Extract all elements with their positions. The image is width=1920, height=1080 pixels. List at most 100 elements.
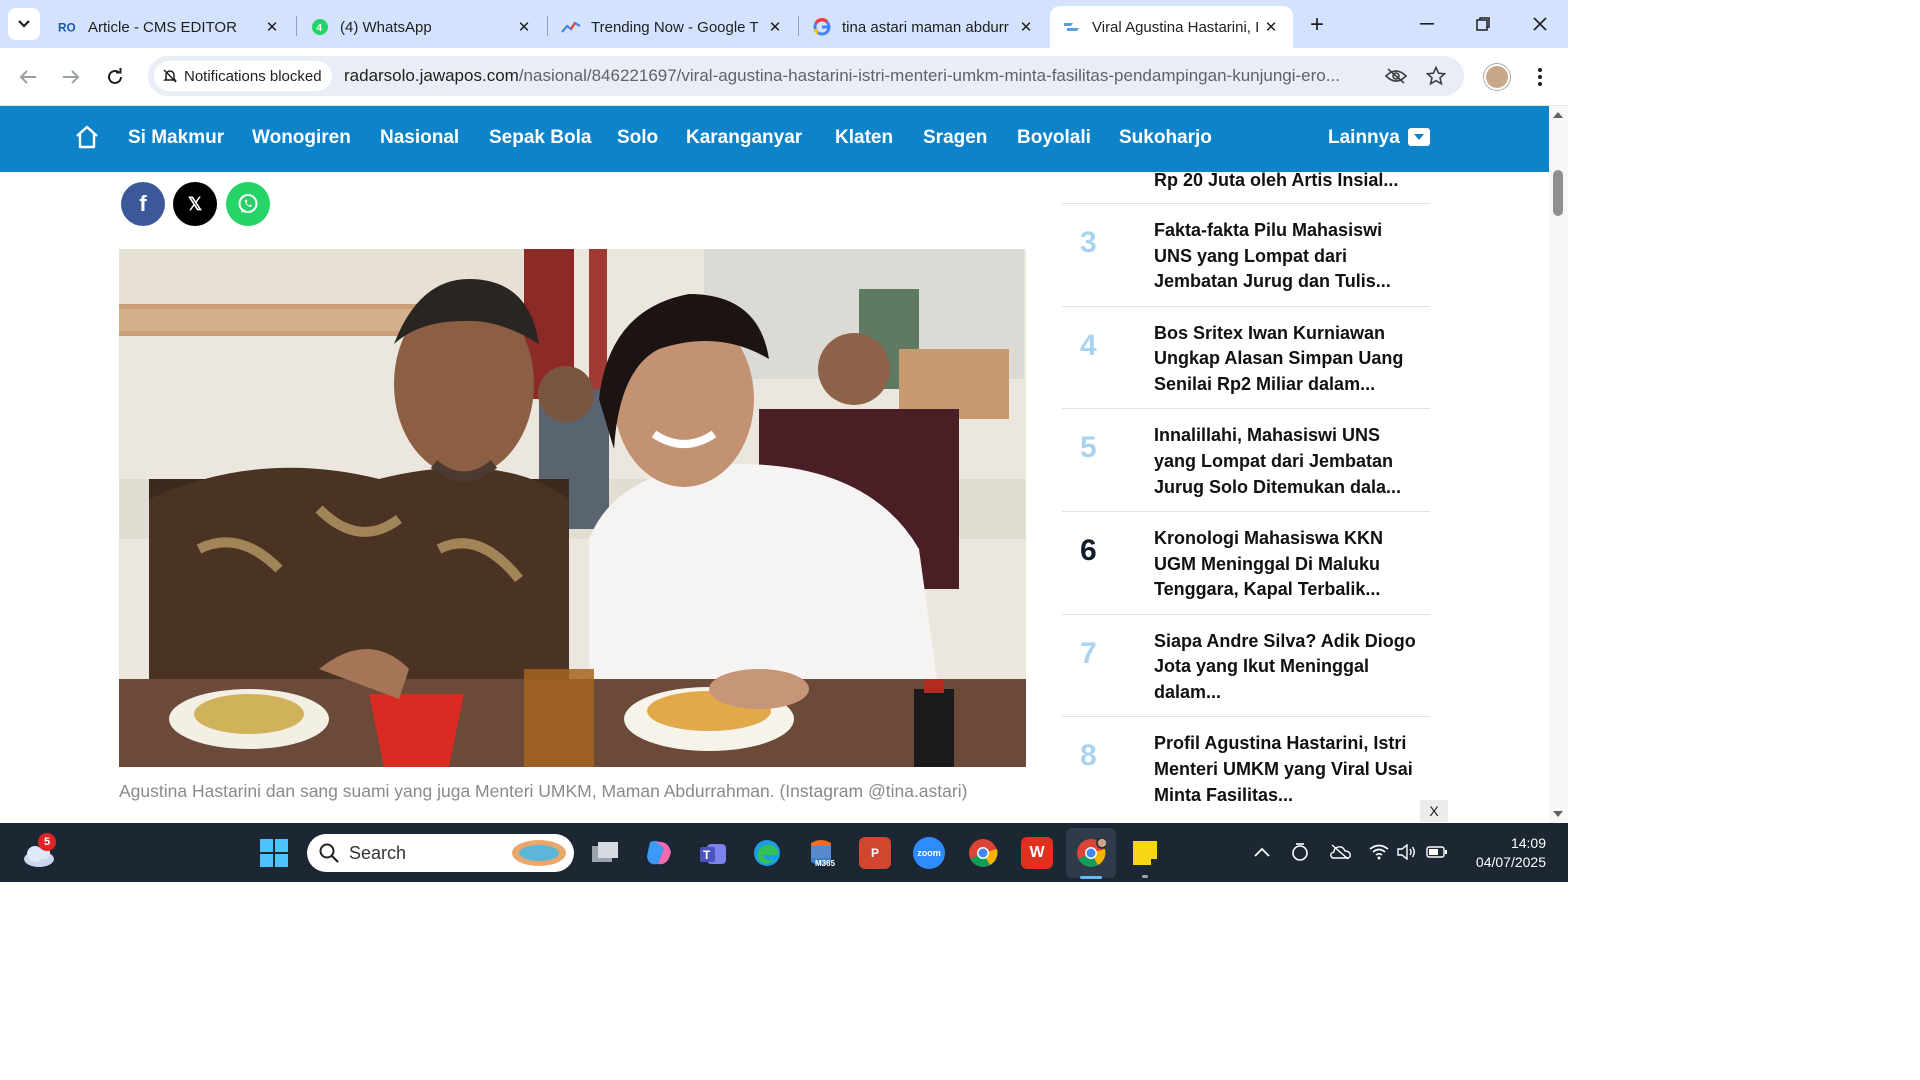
tab-google-trends[interactable]: Trending Now - Google T ✕: [549, 6, 797, 48]
ad-close-button[interactable]: X: [1420, 800, 1448, 822]
edge-icon[interactable]: [751, 837, 783, 869]
restore-button[interactable]: [1463, 8, 1503, 40]
new-tab-button[interactable]: +: [1302, 10, 1332, 40]
teams-icon[interactable]: T: [697, 837, 729, 869]
home-icon[interactable]: [74, 124, 100, 150]
battery-icon[interactable]: [1426, 841, 1448, 863]
tab-search-button[interactable]: [8, 8, 40, 40]
powerpoint-icon[interactable]: P: [859, 837, 891, 869]
tab-title: tina astari maman abdurr: [842, 18, 1009, 36]
volume-icon[interactable]: [1396, 841, 1418, 863]
tab-radarsolo-article[interactable]: Viral Agustina Hastarini, I ✕: [1050, 6, 1293, 48]
address-bar[interactable]: Notifications blocked radarsolo.jawapos.…: [148, 56, 1464, 96]
windows-start-icon[interactable]: [258, 837, 290, 869]
nav-item-sepak-bola[interactable]: Sepak Bola: [489, 127, 591, 149]
url-text[interactable]: radarsolo.jawapos.com/nasional/846221697…: [344, 66, 1364, 86]
list-item-title[interactable]: Kronologi Mahasiswa KKN UGM Meninggal Di…: [1154, 526, 1419, 603]
rank-number: 6: [1080, 534, 1097, 568]
nav-item-sragen[interactable]: Sragen: [923, 127, 987, 149]
nav-item-boyolali[interactable]: Boyolali: [1017, 127, 1091, 149]
page-scrollbar[interactable]: [1549, 106, 1568, 823]
sticky-notes-icon[interactable]: [1129, 837, 1161, 869]
rank-number: 5: [1080, 431, 1097, 465]
forward-button[interactable]: [55, 61, 87, 93]
arrow-right-icon: [63, 70, 80, 84]
menu-dot-icon: [1538, 68, 1542, 72]
list-item[interactable]: 8 Profil Agustina Hastarini, Istri Mente…: [1062, 716, 1430, 819]
notifications-chip-label: Notifications blocked: [184, 67, 322, 85]
wps-office-icon[interactable]: W: [1021, 837, 1053, 869]
close-icon[interactable]: ✕: [765, 17, 785, 37]
list-item-title[interactable]: Bos Sritex Iwan Kurniawan Ungkap Alasan …: [1154, 321, 1419, 398]
reload-button[interactable]: [99, 61, 131, 93]
eye-off-icon[interactable]: [1384, 64, 1408, 88]
chrome-profile-icon[interactable]: [1075, 837, 1107, 869]
close-icon[interactable]: ✕: [514, 17, 534, 37]
back-button[interactable]: [12, 61, 44, 93]
sidebar-partial-item[interactable]: Rp 20 Juta oleh Artis Insial...: [1154, 170, 1398, 191]
taskbar-search[interactable]: Search: [307, 834, 574, 872]
tab-google-search[interactable]: tina astari maman abdurr ✕: [800, 6, 1048, 48]
copilot-icon[interactable]: [643, 837, 675, 869]
list-item[interactable]: 5 Innalillahi, Mahasiswi UNS yang Lompat…: [1062, 408, 1430, 511]
sync-icon[interactable]: [1289, 841, 1311, 863]
url-path: /nasional/846221697/viral-agustina-hasta…: [518, 66, 1340, 85]
popular-list: 3 Fakta-fakta Pilu Mahasiswi UNS yang Lo…: [1062, 203, 1430, 819]
nav-item-sukoharjo[interactable]: Sukoharjo: [1119, 127, 1212, 149]
zoom-icon[interactable]: zoom: [913, 837, 945, 869]
scroll-thumb[interactable]: [1553, 170, 1563, 216]
share-x-button[interactable]: 𝕏: [173, 182, 217, 226]
close-icon[interactable]: ✕: [262, 17, 282, 37]
list-item-title[interactable]: Profil Agustina Hastarini, Istri Menteri…: [1154, 731, 1419, 808]
notifications-blocked-chip[interactable]: Notifications blocked: [154, 61, 332, 91]
list-item-title[interactable]: Fakta-fakta Pilu Mahasiswi UNS yang Lomp…: [1154, 218, 1419, 295]
list-item[interactable]: 4 Bos Sritex Iwan Kurniawan Ungkap Alasa…: [1062, 305, 1430, 409]
windows-taskbar: 5 Search T M365 P zoom W 14:09 04/07/202…: [0, 823, 1568, 882]
nav-item-solo[interactable]: Solo: [617, 127, 658, 149]
menu-dot-icon: [1538, 75, 1542, 79]
nav-item-lainnya[interactable]: Lainnya: [1328, 127, 1400, 149]
scroll-up-icon[interactable]: [1553, 112, 1563, 118]
wifi-icon[interactable]: [1368, 841, 1390, 863]
bookmark-star-icon[interactable]: [1424, 64, 1448, 88]
minimize-button[interactable]: [1407, 8, 1447, 40]
tray-overflow-icon[interactable]: [1251, 841, 1273, 863]
system-clock[interactable]: 14:09 04/07/2025: [1464, 834, 1546, 872]
m365-icon[interactable]: M365: [805, 837, 837, 869]
active-indicator: [1080, 876, 1102, 879]
rank-number: 4: [1080, 328, 1097, 362]
task-view-icon[interactable]: [589, 837, 621, 869]
running-indicator: [1142, 875, 1148, 878]
whatsapp-icon: 4: [310, 17, 330, 37]
nav-item-klaten[interactable]: Klaten: [835, 127, 893, 149]
nav-item-nasional[interactable]: Nasional: [380, 127, 459, 149]
list-item[interactable]: 6 Kronologi Mahasiswa KKN UGM Meninggal …: [1062, 511, 1430, 614]
tab-whatsapp[interactable]: 4 (4) WhatsApp ✕: [298, 6, 546, 48]
tab-title: Article - CMS EDITOR: [88, 18, 237, 36]
browser-menu-button[interactable]: [1530, 62, 1550, 92]
share-whatsapp-button[interactable]: [226, 182, 270, 226]
search-icon: [319, 843, 339, 863]
clock-date: 04/07/2025: [1475, 854, 1546, 870]
nav-item-wonogiren[interactable]: Wonogiren: [252, 127, 351, 149]
list-item-title[interactable]: Innalillahi, Mahasiswi UNS yang Lompat d…: [1154, 423, 1419, 500]
google-icon: [812, 17, 832, 37]
tab-cms-editor[interactable]: RO Article - CMS EDITOR ✕: [46, 6, 294, 48]
chrome-icon[interactable]: [967, 837, 999, 869]
list-item-title[interactable]: Siapa Andre Silva? Adik Diogo Jota yang …: [1154, 629, 1419, 706]
close-icon[interactable]: ✕: [1261, 17, 1281, 37]
scroll-down-icon[interactable]: [1553, 811, 1563, 817]
profile-avatar[interactable]: [1484, 64, 1510, 90]
nav-item-si-makmur[interactable]: Si Makmur: [128, 127, 224, 149]
tab-title: Trending Now - Google T: [591, 18, 759, 36]
close-icon[interactable]: ✕: [1016, 17, 1036, 37]
onedrive-off-icon[interactable]: [1329, 841, 1351, 863]
caret-down-icon[interactable]: [1408, 128, 1430, 146]
list-item[interactable]: 7 Siapa Andre Silva? Adik Diogo Jota yan…: [1062, 613, 1430, 717]
site-navigation: Si Makmur Wonogiren Nasional Sepak Bola …: [0, 106, 1549, 172]
nav-item-karanganyar[interactable]: Karanganyar: [686, 127, 802, 149]
powerpoint-icon-letter: P: [870, 846, 879, 860]
list-item[interactable]: 3 Fakta-fakta Pilu Mahasiswi UNS yang Lo…: [1062, 203, 1430, 306]
close-window-button[interactable]: [1520, 8, 1560, 40]
share-facebook-button[interactable]: f: [121, 182, 165, 226]
